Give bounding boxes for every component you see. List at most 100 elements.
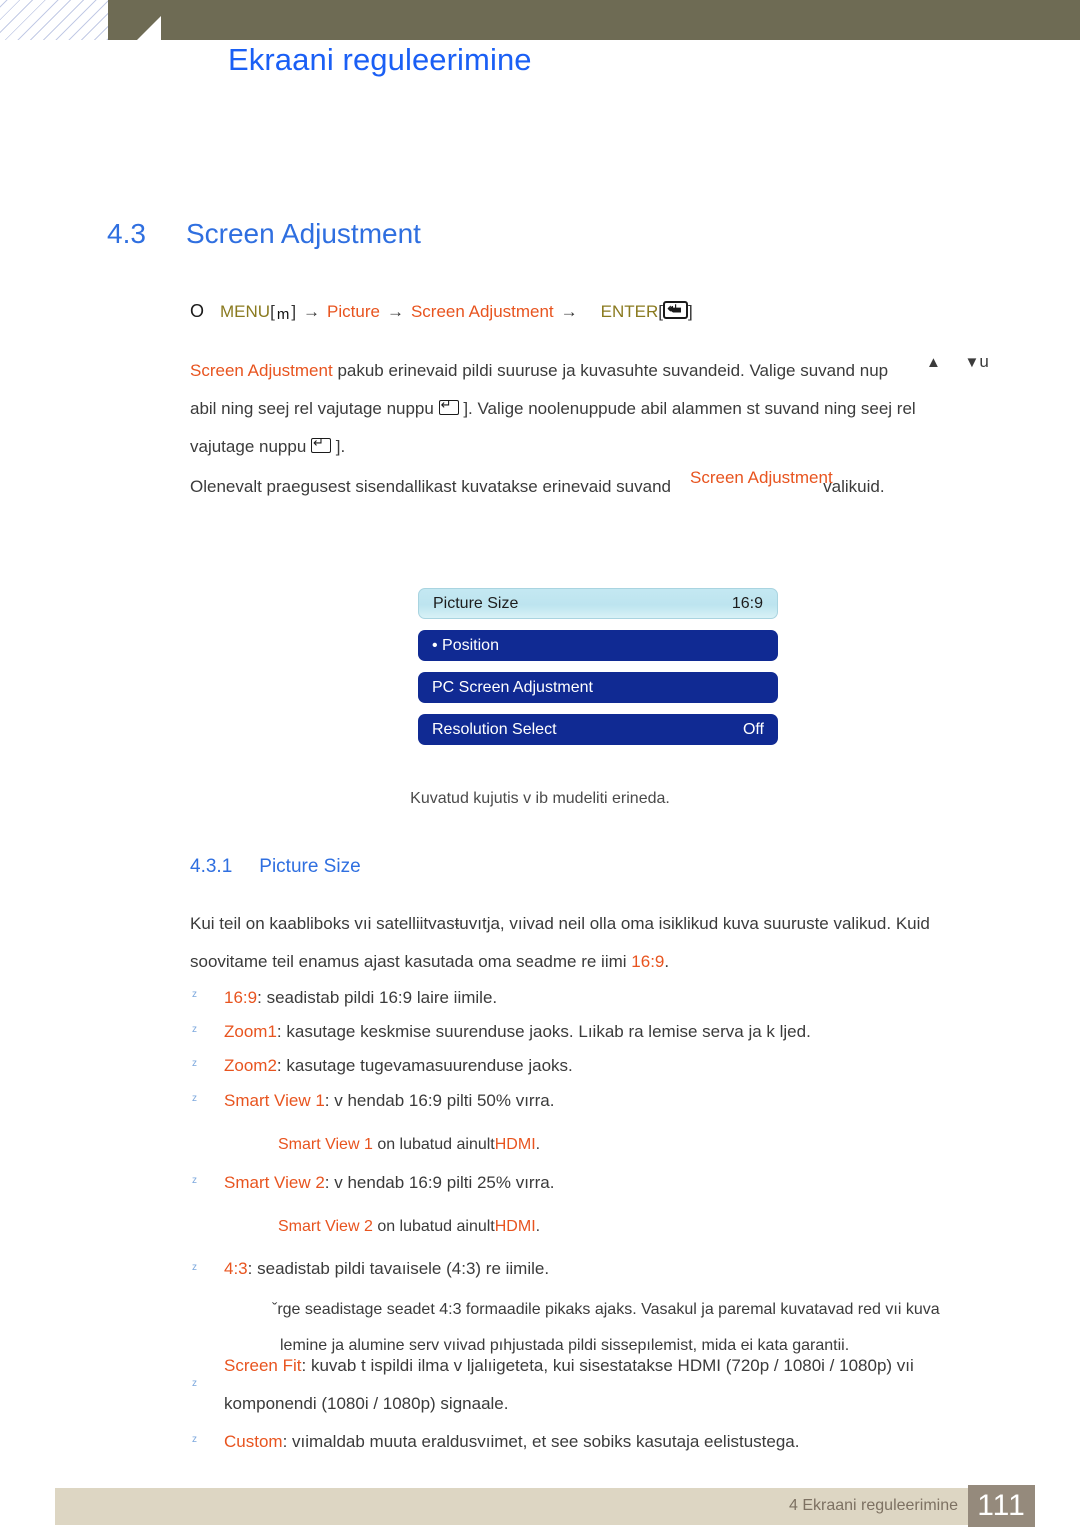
note-term: Smart View 2 [278, 1218, 373, 1235]
subsection-heading: 4.3.1 Picture Size [190, 856, 361, 878]
bullet-text: kasutage tugevamasuurenduse jaoks. [286, 1056, 573, 1075]
bullet-marker-icon: z [192, 1024, 197, 1035]
section-title: Screen Adjustment [185, 218, 421, 249]
intro-line2-a: abil ning seej rel vajutage nuppu [190, 399, 434, 418]
smart-view-2-note: Smart View 2 on lubatud ainultHDMI. [278, 1209, 540, 1245]
intro-overflow-tail: u [979, 352, 989, 371]
bullet-sep: : [301, 1356, 307, 1375]
bullet-marker-icon: z [192, 1262, 197, 1273]
bullet-text-line2: komponendi (1080i / 1080p) signaale. [224, 1394, 509, 1413]
page-title: Ekraani reguleerimine [228, 42, 532, 77]
note-highlight: HDMI [494, 1136, 536, 1153]
bullet-marker-icon: z [192, 1058, 197, 1069]
list-item: Zoom1: kasutage keskmise suurenduse jaok… [224, 1013, 811, 1051]
intro-line2-b: ]. Valige noolenuppude abil alammen st s… [463, 399, 916, 418]
list-item: Screen Fit: kuvab t ispildi ilma v ljalı… [224, 1347, 914, 1423]
list-item: Custom: vıimaldab muuta eraldusvıimet, e… [224, 1423, 799, 1461]
bullet-marker-icon: z [192, 1175, 197, 1186]
list-item: 4:3: seadistab pildi tavaıisele (4:3) re… [224, 1250, 549, 1288]
bullet-sep: : [276, 1056, 282, 1075]
note-text: on lubatud ainult [377, 1136, 495, 1153]
bullet-text: vıimaldab muuta eraldusvıimet, et see so… [292, 1432, 800, 1451]
bullet-text: seadistab pildi 16:9 laire iimile. [266, 988, 498, 1007]
note-period: . [535, 1136, 541, 1153]
menu-path-item-picture: Picture [327, 302, 380, 321]
bullet-term: 4:3 [224, 1259, 248, 1278]
bullet-sep: : [257, 988, 262, 1007]
smart-view-1-note: Smart View 1 on lubatud ainultHDMI. [278, 1127, 540, 1163]
note-highlight: HDMI [494, 1218, 536, 1235]
subsection-number: 4.3.1 [190, 856, 233, 877]
osd-row-label: • Position [432, 636, 499, 654]
bullet-text: seadistab pildi tavaıisele (4:3) re iimi… [257, 1259, 550, 1278]
note-text: on lubatud ainult [377, 1218, 495, 1235]
subsection-title: Picture Size [259, 856, 361, 877]
picture-size-intro: Kui teil on kaabliboks vıi satelliitvasŧ… [190, 905, 930, 981]
bullet-sep: : [324, 1091, 330, 1110]
list-item: Zoom2: kasutage tugevamasuurenduse jaoks… [224, 1047, 573, 1085]
osd-row-resolution-select[interactable]: Resolution Select Off [418, 714, 778, 745]
bullet-sep: : [282, 1432, 288, 1451]
bullet-term: Smart View 2 [224, 1173, 325, 1192]
intro-term: Screen Adjustment [190, 361, 333, 380]
intro-overflow-arrows: ▲ ▼u [926, 352, 989, 372]
bullet-term: Custom [224, 1432, 283, 1451]
header-hatch-pattern [0, 0, 112, 40]
bullet-sep: : [247, 1259, 253, 1278]
osd-row-picture-size[interactable]: Picture Size 16:9 [418, 588, 778, 619]
bracket-close: ] [291, 302, 297, 321]
osd-caption: Kuvatud kujutis v ib mudeliti erineda. [410, 790, 670, 807]
intro-line3-b: ]. [335, 437, 346, 456]
osd-row-position[interactable]: • Position [418, 630, 778, 661]
bullet-text: kasutage keskmise suurenduse jaoks. Lıik… [286, 1022, 811, 1041]
page-header [0, 0, 1080, 46]
picture-size-intro-highlight: 16:9 [631, 952, 665, 971]
osd-row-pc-screen-adjustment[interactable]: PC Screen Adjustment [418, 672, 778, 703]
note-term: Smart View 1 [278, 1136, 373, 1153]
menu-path-item-screen-adjustment: Screen Adjustment [410, 302, 554, 321]
bullet-text: kuvab t ispildi ilma v ljalıigeteta, kui… [310, 1356, 914, 1375]
path-arrow-2: → [386, 302, 404, 321]
footer-page-number: 111 [968, 1485, 1035, 1527]
picture-size-intro-line2: soovitame teil enamus ajast kasutada oma… [190, 952, 627, 971]
osd-row-label: Picture Size [433, 594, 519, 612]
bullet-sep: : [276, 1022, 282, 1041]
osd-row-label: PC Screen Adjustment [432, 678, 593, 696]
section-heading: 4.3 Screen Adjustment [107, 218, 421, 250]
list-item: Smart View 2: v hendab 16:9 pilti 25% vı… [224, 1164, 554, 1202]
path-arrow-1: → [303, 302, 321, 321]
list-item: 16:9: seadistab pildi 16:9 laire iimile. [224, 979, 497, 1017]
menu-path-enter-label: ENTER [600, 302, 659, 321]
picture-size-intro-line2-end: . [664, 952, 670, 971]
bullet-marker-icon: z [192, 1434, 197, 1445]
bullet-text: v hendab 16:9 pilti 25% vırra. [334, 1173, 555, 1192]
bullet-term: Screen Fit [224, 1356, 302, 1375]
intro-paragraph: Screen Adjustment pakub erinevaid pildi … [190, 352, 990, 466]
picture-size-intro-line1: Kui teil on kaabliboks vıi satelliitvasŧ… [190, 914, 930, 933]
enter-key-icon [311, 433, 332, 453]
path-arrow-3: → [560, 302, 578, 321]
bullet-marker-icon: z [192, 1093, 197, 1104]
triangle-down-icon: ▼ [964, 354, 980, 371]
header-olive-bar [108, 0, 1080, 40]
osd-row-value: 16:9 [731, 594, 763, 612]
bullet-text: v hendab 16:9 pilti 50% vırra. [334, 1091, 555, 1110]
intro-line1: pakub erinevaid pildi suuruse ja kuvasuh… [337, 361, 889, 380]
section-number: 4.3 [107, 218, 146, 249]
bullet-term: 16:9 [224, 988, 258, 1007]
osd-row-value: Off [742, 720, 764, 738]
circle-outline-icon: O [190, 301, 205, 321]
osd-menu: Picture Size 16:9 • Position PC Screen A… [418, 588, 778, 756]
intro-line3-a: vajutage nuppu [190, 437, 307, 456]
enter-key-icon [663, 298, 689, 319]
note-period: . [535, 1218, 541, 1235]
bullet-marker-icon: z [192, 989, 197, 1000]
footer-chapter-text: 4 Ekraani reguleerimine [789, 1497, 958, 1514]
source-note-text: Olenevalt praegusest sisendallikast kuva… [190, 477, 671, 496]
triangle-up-icon: ▲ [926, 354, 941, 371]
enter-key-icon [438, 395, 459, 415]
bullet-term: Zoom1 [224, 1022, 277, 1041]
menu-path-menu-label: MENU [220, 302, 271, 321]
ratio-note-line1: ˇrge seadistage seadet 4:3 formaadile pi… [272, 1301, 940, 1318]
bullet-marker-icon: z [192, 1378, 197, 1389]
